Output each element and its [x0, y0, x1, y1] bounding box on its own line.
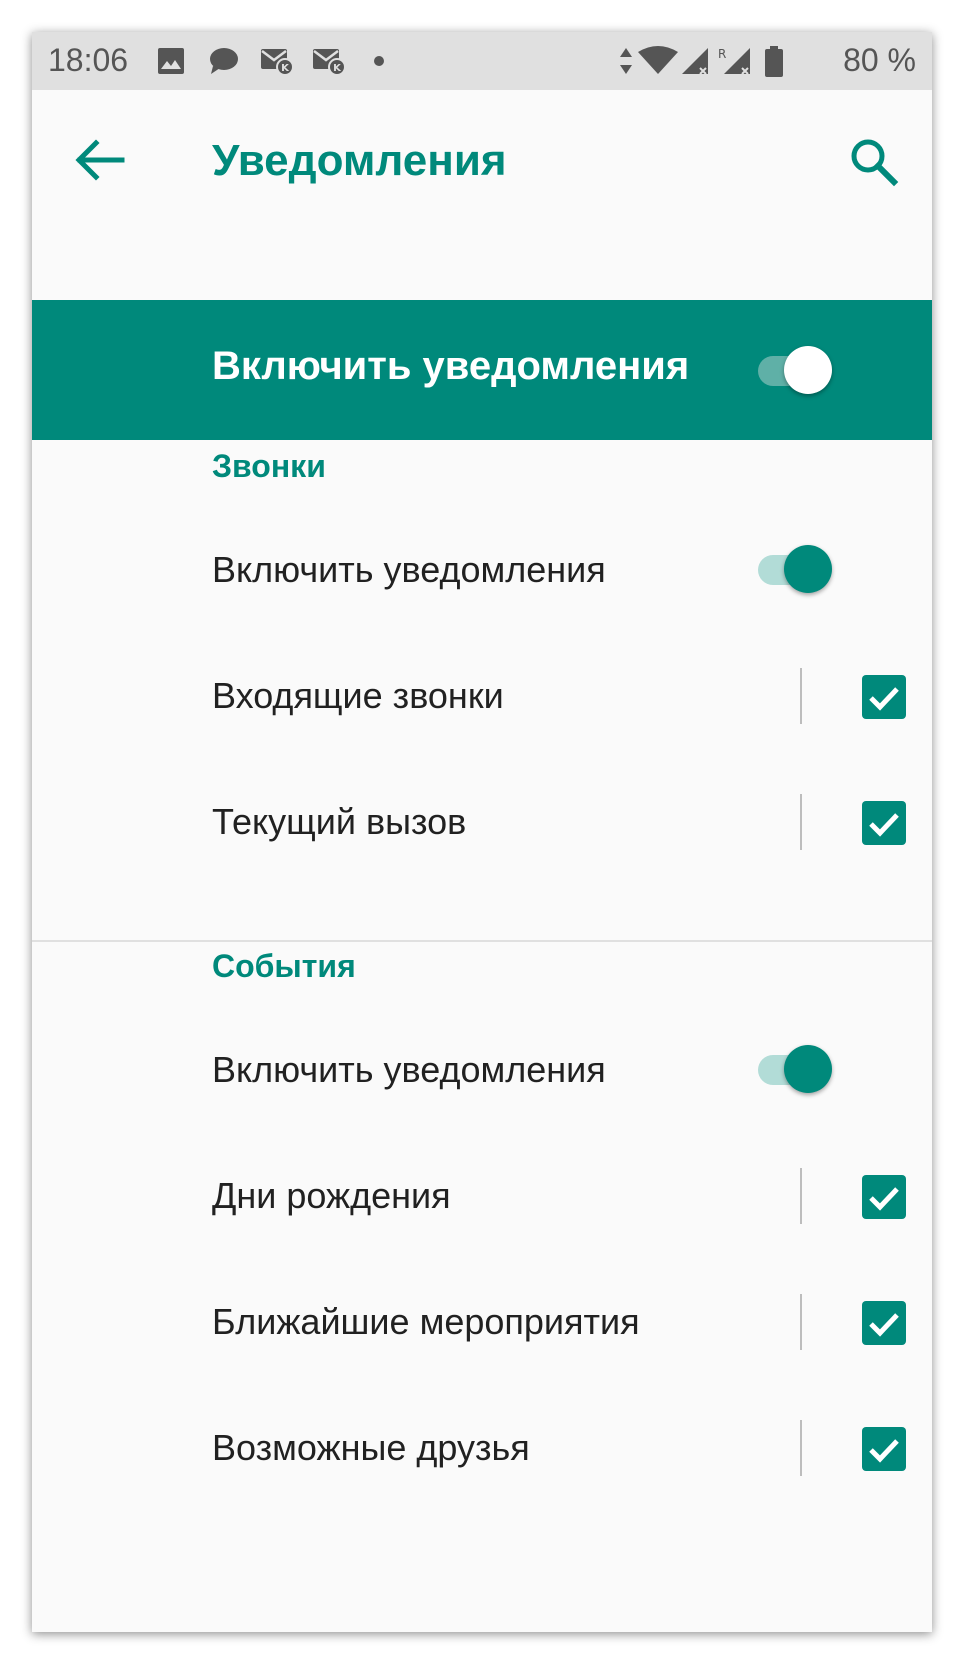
battery-icon: [765, 46, 783, 77]
section-header-calls: Звонки: [212, 448, 326, 484]
master-notifications-label: Включить уведомления: [212, 344, 690, 388]
svg-text:R: R: [718, 47, 726, 61]
current-call-label: Текущий вызов: [212, 801, 467, 842]
switch-thumb: [784, 346, 832, 394]
data-arrows-icon: [620, 48, 632, 74]
page-title: Уведомления: [212, 136, 507, 185]
row-divider: [800, 794, 802, 850]
row-divider: [800, 1168, 802, 1224]
search-button[interactable]: [844, 132, 904, 192]
section-divider: [32, 940, 932, 942]
row-divider: [800, 1420, 802, 1476]
row-divider: [800, 668, 802, 724]
search-icon: [851, 139, 899, 187]
incoming-calls-checkbox[interactable]: [862, 675, 906, 719]
wifi-icon: [638, 46, 678, 74]
events-notifications-switch[interactable]: [754, 1045, 834, 1095]
birthdays-label: Дни рождения: [212, 1175, 451, 1216]
checkmark-icon: [869, 687, 899, 711]
events-enable-notifications-row[interactable]: Включить уведомления: [32, 1007, 932, 1133]
events-enable-notifications-label: Включить уведомления: [212, 1049, 606, 1090]
dot-icon: [374, 56, 384, 66]
roaming-signal-icon: R: [718, 47, 750, 75]
checkmark-icon: [869, 1187, 899, 1211]
status-time: 18:06: [48, 42, 129, 78]
checkmark-icon: [869, 1439, 899, 1463]
section-header-events: События: [212, 948, 356, 984]
row-divider: [800, 1294, 802, 1350]
calls-notifications-switch[interactable]: [754, 545, 834, 595]
master-notifications-row[interactable]: Включить уведомления: [32, 300, 932, 440]
birthdays-checkbox[interactable]: [862, 1175, 906, 1219]
birthdays-row[interactable]: Дни рождения: [32, 1133, 932, 1259]
image-icon: [158, 48, 184, 74]
possible-friends-label: Возможные друзья: [212, 1427, 530, 1468]
possible-friends-row[interactable]: Возможные друзья: [32, 1385, 932, 1511]
calls-enable-notifications-label: Включить уведомления: [212, 549, 606, 590]
upcoming-events-row[interactable]: Ближайшие мероприятия: [32, 1259, 932, 1385]
signal-icon: [682, 48, 708, 75]
kaspersky-mail-icon: K: [261, 49, 294, 76]
status-bar: 18:06 K K R 80 %: [32, 32, 932, 90]
switch-thumb: [784, 1045, 832, 1093]
incoming-calls-row[interactable]: Входящие звонки: [32, 633, 932, 759]
svg-text:K: K: [281, 63, 290, 74]
incoming-calls-label: Входящие звонки: [212, 675, 504, 716]
possible-friends-checkbox[interactable]: [862, 1427, 906, 1471]
kaspersky-mail-icon: K: [313, 49, 346, 76]
calls-enable-notifications-row[interactable]: Включить уведомления: [32, 507, 932, 633]
battery-percent: 80 %: [843, 42, 916, 78]
arrow-left-icon: [75, 139, 125, 181]
checkmark-icon: [869, 1313, 899, 1337]
upcoming-events-label: Ближайшие мероприятия: [212, 1301, 640, 1342]
svg-text:K: K: [333, 63, 342, 74]
chat-icon: [210, 48, 238, 74]
toolbar: Уведомления: [32, 90, 932, 300]
master-notifications-switch[interactable]: [754, 346, 834, 396]
current-call-row[interactable]: Текущий вызов: [32, 759, 932, 885]
back-button[interactable]: [70, 130, 130, 190]
phone-screen: 18:06 K K R 80 % Уведомления Включить ув…: [32, 32, 932, 1632]
current-call-checkbox[interactable]: [862, 801, 906, 845]
switch-thumb: [784, 545, 832, 593]
checkmark-icon: [869, 813, 899, 837]
upcoming-events-checkbox[interactable]: [862, 1301, 906, 1345]
